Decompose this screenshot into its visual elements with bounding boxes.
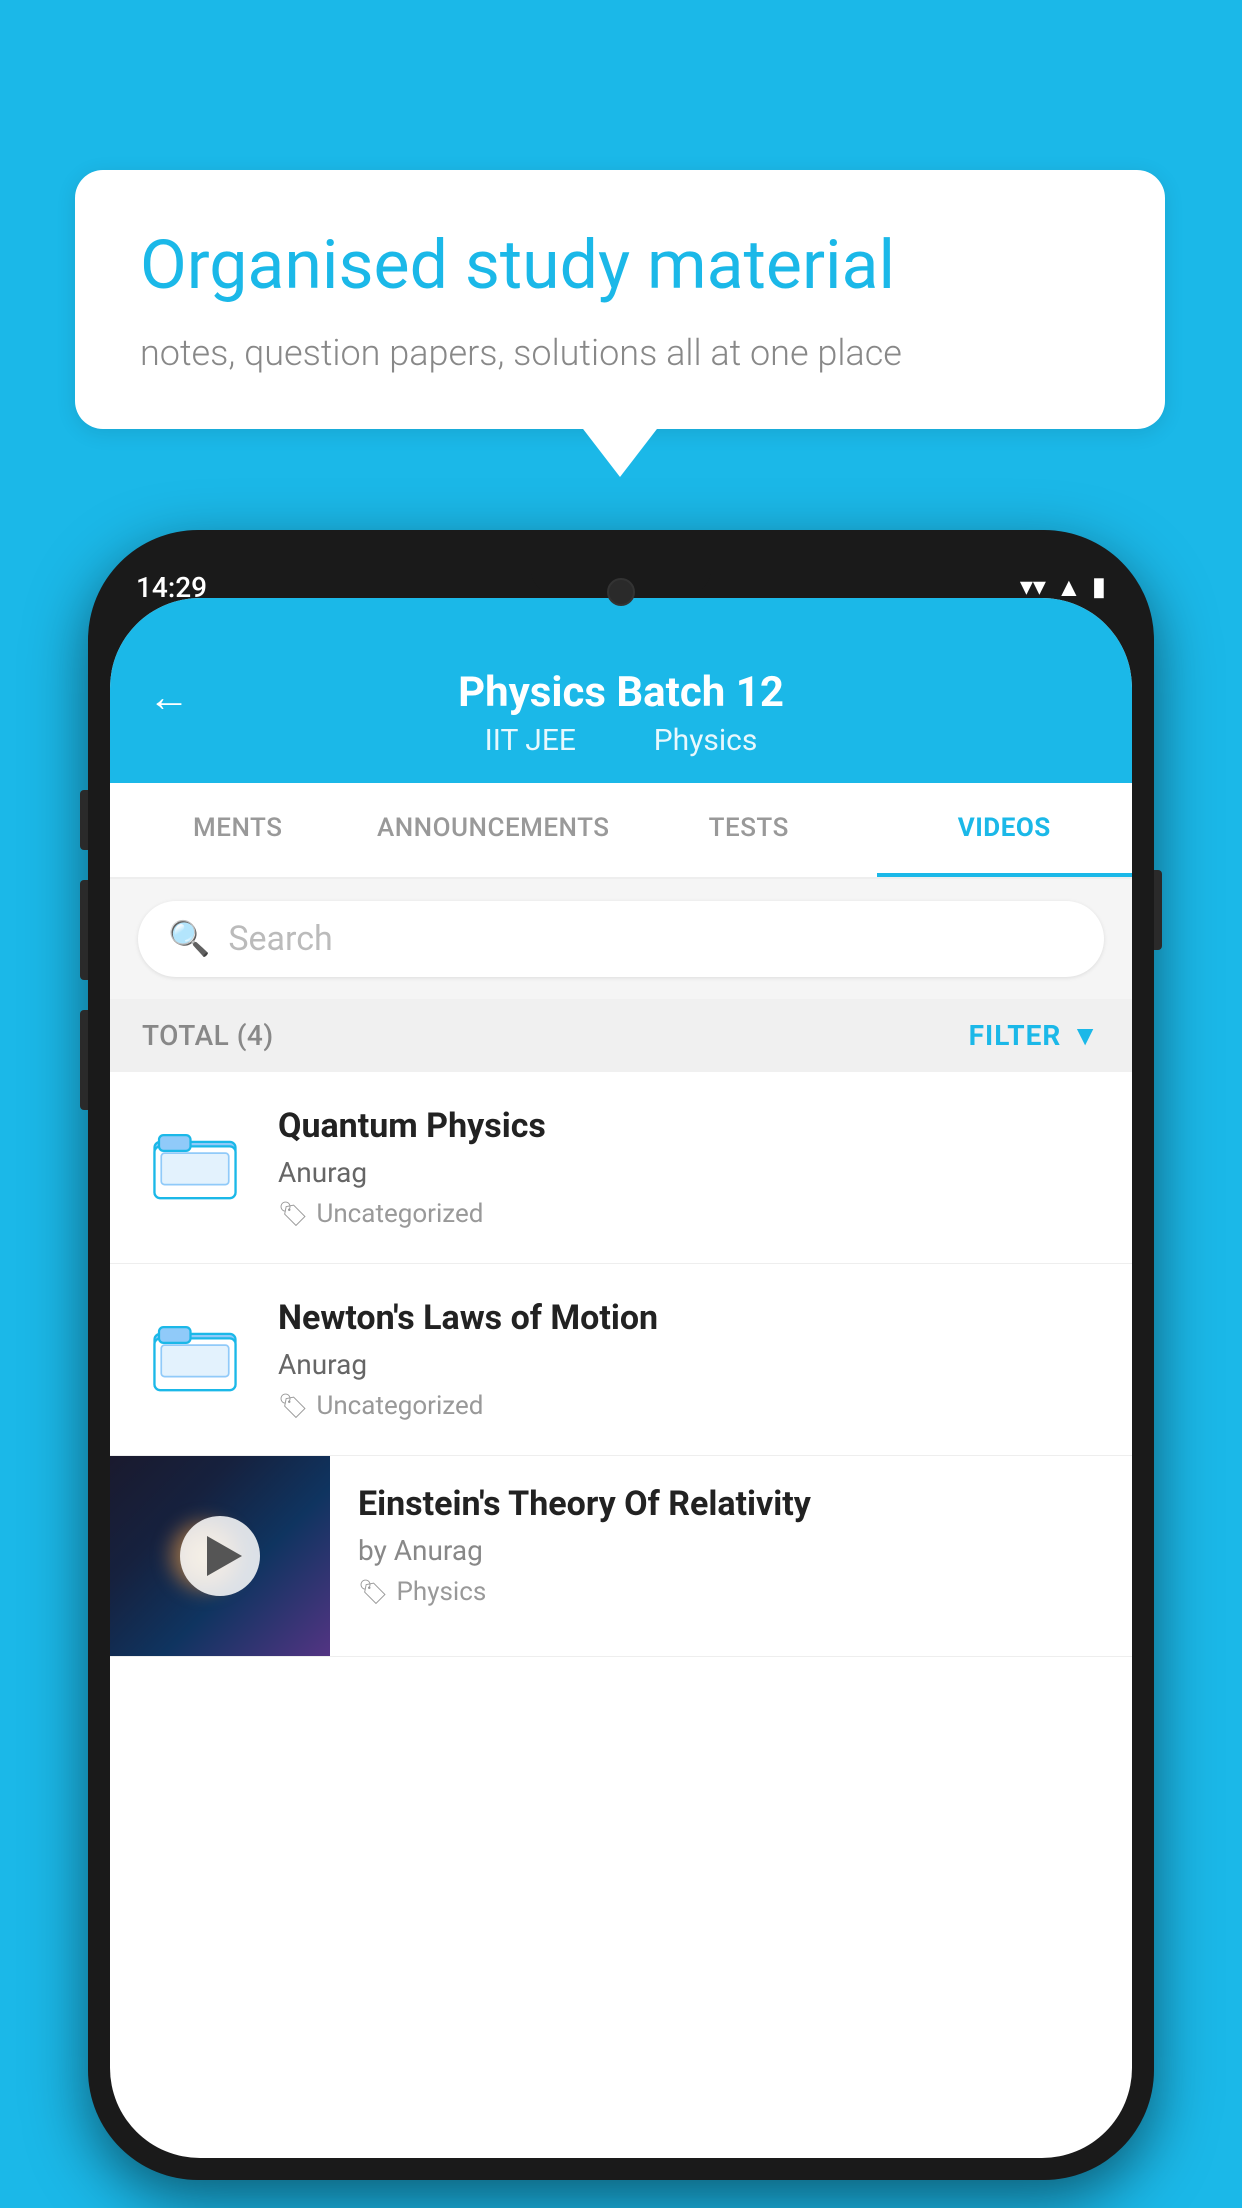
tag-icon-newton: 🏷 [278, 1392, 308, 1420]
tab-announcements[interactable]: ANNOUNCEMENTS [366, 783, 622, 877]
battery-icon: ▮ [1092, 572, 1106, 602]
video-tag-newton: 🏷 Uncategorized [278, 1391, 1102, 1421]
video-title-quantum: Quantum Physics [278, 1106, 1102, 1146]
bubble-subtitle: notes, question papers, solutions all at… [140, 332, 1100, 374]
volume-up-button [80, 880, 88, 980]
phone-shell: 14:29 ▾▾ ▲ ▮ ← Physics Batch 12 IIT JEE … [88, 530, 1154, 2180]
tabs-bar: MENTS ANNOUNCEMENTS TESTS VIDEOS [110, 783, 1132, 879]
filter-row: TOTAL (4) FILTER ▼ [110, 999, 1132, 1072]
video-tag-label-newton: Uncategorized [316, 1391, 483, 1421]
bubble-title: Organised study material [140, 225, 1100, 307]
video-author-newton: Anurag [278, 1348, 1102, 1381]
phone-notch [531, 552, 711, 594]
video-info-einstein: Einstein's Theory Of Relativity by Anura… [330, 1456, 1132, 1635]
app-header: ← Physics Batch 12 IIT JEE Physics [110, 598, 1132, 783]
total-count: TOTAL (4) [142, 1019, 274, 1052]
video-thumbnail-einstein [110, 1456, 330, 1656]
play-triangle [207, 1536, 242, 1576]
status-time: 14:29 [136, 571, 207, 604]
header-title: Physics Batch 12 [150, 668, 1092, 717]
search-container: 🔍 Search [110, 879, 1132, 999]
folder-icon-quantum [140, 1106, 250, 1216]
video-list: Quantum Physics Anurag 🏷 Uncategorized [110, 1072, 1132, 1657]
tag-icon-einstein: 🏷 [358, 1578, 388, 1606]
search-bar[interactable]: 🔍 Search [138, 901, 1104, 977]
video-author-einstein: by Anurag [358, 1534, 1104, 1567]
play-button-einstein[interactable] [180, 1516, 260, 1596]
search-input[interactable]: Search [228, 919, 332, 959]
video-tag-label-quantum: Uncategorized [316, 1199, 483, 1229]
video-title-newton: Newton's Laws of Motion [278, 1298, 1102, 1338]
front-camera [607, 578, 635, 606]
video-info-quantum: Quantum Physics Anurag 🏷 Uncategorized [278, 1106, 1102, 1229]
volume-down-button [80, 1010, 88, 1110]
filter-icon: ▼ [1071, 1019, 1100, 1052]
speech-bubble: Organised study material notes, question… [75, 170, 1165, 429]
header-subtitle: IIT JEE Physics [150, 723, 1092, 758]
video-item-einstein[interactable]: Einstein's Theory Of Relativity by Anura… [110, 1456, 1132, 1657]
subtitle-part1: IIT JEE [485, 723, 576, 758]
tab-videos[interactable]: VIDEOS [877, 783, 1133, 877]
video-tag-label-einstein: Physics [396, 1577, 486, 1607]
search-icon: 🔍 [168, 919, 210, 959]
tab-ments[interactable]: MENTS [110, 783, 366, 877]
status-icons: ▾▾ ▲ ▮ [1020, 572, 1106, 603]
video-item-newton[interactable]: Newton's Laws of Motion Anurag 🏷 Uncateg… [110, 1264, 1132, 1456]
video-info-newton: Newton's Laws of Motion Anurag 🏷 Uncateg… [278, 1298, 1102, 1421]
tab-tests[interactable]: TESTS [621, 783, 877, 877]
filter-button[interactable]: FILTER ▼ [969, 1019, 1100, 1052]
wifi-icon: ▾▾ [1020, 572, 1046, 602]
phone-screen: ← Physics Batch 12 IIT JEE Physics MENTS… [110, 598, 1132, 2158]
video-title-einstein: Einstein's Theory Of Relativity [358, 1484, 1104, 1524]
video-author-quantum: Anurag [278, 1156, 1102, 1189]
subtitle-separator [607, 723, 622, 758]
signal-icon: ▲ [1056, 572, 1082, 603]
power-button [1154, 870, 1162, 950]
folder-icon-newton [140, 1298, 250, 1408]
video-item-quantum[interactable]: Quantum Physics Anurag 🏷 Uncategorized [110, 1072, 1132, 1264]
back-button[interactable]: ← [148, 673, 190, 722]
tag-icon-quantum: 🏷 [278, 1200, 308, 1228]
mute-button [80, 790, 88, 850]
filter-label: FILTER [969, 1019, 1062, 1052]
video-tag-quantum: 🏷 Uncategorized [278, 1199, 1102, 1229]
video-tag-einstein: 🏷 Physics [358, 1577, 1104, 1607]
subtitle-part2: Physics [654, 723, 758, 758]
